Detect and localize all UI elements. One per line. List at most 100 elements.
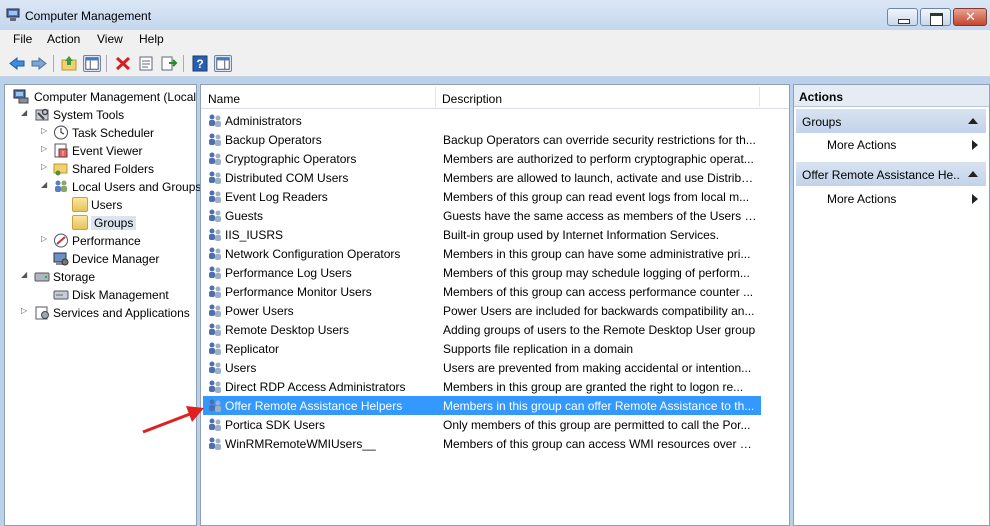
more-actions-groups[interactable]: More Actions — [796, 134, 986, 154]
expand-arrow-icon[interactable]: ▷ — [41, 162, 49, 171]
column-header-description[interactable]: Description — [442, 92, 502, 106]
performance-icon — [54, 233, 68, 248]
table-row[interactable]: Offer Remote Assistance Helpers Members i… — [203, 396, 761, 415]
help-icon[interactable]: ? — [191, 55, 209, 72]
table-row[interactable]: Cryptographic Operators Members are autho… — [203, 149, 761, 168]
table-row[interactable]: Portica SDK Users Only members of this gr… — [203, 415, 761, 434]
table-row[interactable]: IIS_IUSRS Built-in group used by Internet… — [203, 225, 761, 244]
group-icon — [209, 437, 221, 450]
group-icon — [209, 133, 221, 146]
tree-item-services-and-applications[interactable]: ▷ Services and Applications — [11, 304, 196, 322]
collapse-arrow-icon[interactable]: ◢ — [41, 180, 49, 189]
group-name: Replicator — [225, 342, 280, 356]
expand-arrow-icon[interactable]: ▷ — [21, 306, 29, 315]
group-description: Guests have the same access as members o… — [443, 209, 757, 223]
table-row[interactable]: Performance Monitor Users Members of this… — [203, 282, 761, 301]
group-name: Distributed COM Users — [225, 171, 349, 185]
tree-label: System Tools — [53, 108, 125, 122]
tree-label: Event Viewer — [72, 144, 143, 158]
tree-label: Shared Folders — [72, 162, 155, 176]
menu-help[interactable]: Help — [139, 32, 164, 46]
group-name: Remote Desktop Users — [225, 323, 350, 337]
show-action-pane-icon[interactable] — [214, 55, 232, 72]
group-name: Portica SDK Users — [225, 418, 326, 432]
collapse-icon[interactable] — [968, 118, 978, 124]
forward-icon[interactable] — [30, 55, 48, 72]
more-actions-selected-group[interactable]: More Actions — [796, 188, 986, 208]
submenu-arrow-icon — [972, 194, 978, 204]
group-description: Built-in group used by Internet Informat… — [443, 228, 720, 242]
properties-icon[interactable] — [137, 55, 155, 72]
table-row[interactable]: Remote Desktop Users Adding groups of use… — [203, 320, 761, 339]
submenu-arrow-icon — [972, 140, 978, 150]
table-row[interactable]: Event Log Readers Members of this group c… — [203, 187, 761, 206]
table-row[interactable]: Administrators — [203, 111, 761, 130]
list-header: Name Description — [201, 85, 789, 109]
shared-folder-icon — [53, 163, 68, 176]
group-name: WinRMRemoteWMIUsers__ — [225, 437, 376, 451]
minimize-button[interactable] — [887, 8, 918, 26]
actions-section-selected-group[interactable]: Offer Remote Assistance He... — [796, 162, 986, 186]
collapse-icon[interactable] — [968, 171, 978, 177]
table-row[interactable]: Performance Log Users Members of this gro… — [203, 263, 761, 282]
show-hide-tree-icon[interactable] — [83, 55, 101, 72]
menu-file[interactable]: File — [13, 32, 32, 46]
table-row[interactable]: Direct RDP Access Administrators Members … — [203, 377, 761, 396]
tree-item-system-tools[interactable]: ◢ System Tools — [11, 106, 196, 124]
collapse-arrow-icon[interactable]: ◢ — [21, 108, 29, 117]
users-group-icon — [55, 180, 67, 192]
export-icon[interactable] — [160, 55, 178, 72]
expand-arrow-icon[interactable]: ▷ — [41, 144, 49, 153]
tree-item-task-scheduler[interactable]: ▷ Task Scheduler — [11, 124, 196, 142]
collapse-arrow-icon[interactable]: ◢ — [21, 270, 29, 279]
close-button[interactable] — [953, 8, 987, 26]
tree-label: Groups — [91, 216, 137, 230]
table-row[interactable]: Network Configuration Operators Members i… — [203, 244, 761, 263]
services-icon — [35, 306, 49, 320]
tree-item-event-viewer[interactable]: ▷ ! Event Viewer — [11, 142, 196, 160]
actions-section-groups[interactable]: Groups — [796, 109, 986, 133]
svg-text:?: ? — [196, 57, 203, 71]
tree-item-users[interactable]: Users — [11, 196, 196, 214]
tree-item-local-users-and-groups[interactable]: ◢ Local Users and Groups — [11, 178, 201, 196]
table-row[interactable]: Users Users are prevented from making acc… — [203, 358, 761, 377]
table-row[interactable]: WinRMRemoteWMIUsers__ Members of this gro… — [203, 434, 761, 453]
group-name: Power Users — [225, 304, 294, 318]
disk-management-icon — [53, 290, 69, 300]
group-name: Cryptographic Operators — [225, 152, 357, 166]
table-row[interactable]: Guests Guests have the same access as mem… — [203, 206, 761, 225]
table-row[interactable]: Replicator Supports file replication in a… — [203, 339, 761, 358]
maximize-button[interactable] — [920, 8, 951, 26]
tree-item-performance[interactable]: ▷ Performance — [11, 232, 196, 250]
svg-text:!: ! — [62, 151, 64, 158]
group-icon — [209, 247, 221, 260]
tree-label: Computer Management (Local — [34, 90, 197, 104]
column-header-name[interactable]: Name — [208, 92, 240, 106]
menu-action[interactable]: Action — [47, 32, 80, 46]
back-icon[interactable] — [8, 55, 26, 72]
table-row[interactable]: Backup Operators Backup Operators can ove… — [203, 130, 761, 149]
tree-item-storage[interactable]: ◢ Storage — [11, 268, 196, 286]
tree-item-computer-management[interactable]: Computer Management (Local — [11, 88, 196, 106]
table-row[interactable]: Distributed COM Users Members are allowed… — [203, 168, 761, 187]
expand-arrow-icon[interactable]: ▷ — [41, 234, 49, 243]
group-name: Event Log Readers — [225, 190, 328, 204]
expand-arrow-icon[interactable]: ▷ — [41, 126, 49, 135]
menu-view[interactable]: View — [97, 32, 123, 46]
tree-item-shared-folders[interactable]: ▷ Shared Folders — [11, 160, 196, 178]
group-icon — [209, 304, 221, 317]
group-icon — [209, 171, 221, 184]
tree-item-device-manager[interactable]: Device Manager — [11, 250, 196, 268]
system-tools-icon — [35, 108, 49, 121]
tree-label: Services and Applications — [53, 306, 190, 320]
table-row[interactable]: Power Users Power Users are included for … — [203, 301, 761, 320]
group-icon — [209, 228, 221, 241]
delete-icon[interactable] — [114, 55, 132, 72]
tree-item-groups[interactable]: Groups — [11, 214, 196, 232]
tree-item-disk-management[interactable]: Disk Management — [11, 286, 196, 304]
tree-label: Disk Management — [72, 288, 169, 302]
group-name: Administrators — [225, 114, 302, 128]
folder-icon — [72, 197, 88, 212]
up-folder-icon[interactable] — [60, 55, 78, 72]
group-icon — [209, 152, 221, 165]
